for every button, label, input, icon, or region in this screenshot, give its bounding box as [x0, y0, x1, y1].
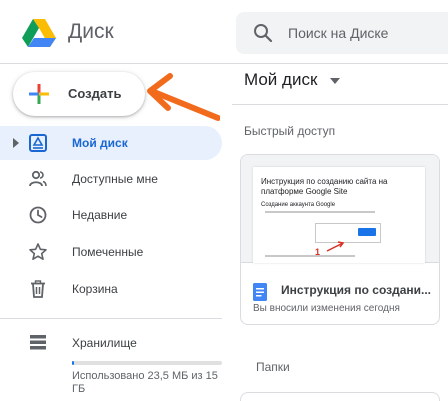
sidebar-item-label: Помеченные [72, 245, 144, 259]
create-button[interactable]: Создать [13, 72, 145, 116]
sidebar-item-label: Мой диск [72, 136, 128, 150]
folders-heading: Папки [256, 360, 290, 374]
thumbnail-arrow-icon [326, 241, 345, 252]
storage-progress-bar [72, 361, 222, 365]
my-drive-title-dropdown[interactable]: Мой диск [244, 70, 340, 98]
chevron-down-icon [329, 77, 340, 84]
folder-card[interactable] [240, 392, 440, 401]
sidebar-item-label: Корзина [72, 282, 118, 296]
thumbnail-text-line [265, 255, 355, 257]
storage-icon [30, 335, 46, 350]
my-drive-icon [29, 134, 47, 152]
thumbnail-page: Инструкция по созданию сайта на платформ… [253, 167, 425, 263]
sidebar-item-recent[interactable]: Недавние [0, 198, 222, 232]
sidebar-item-my-drive[interactable]: Мой диск [0, 126, 222, 160]
create-label: Создать [68, 86, 122, 101]
star-icon [29, 243, 47, 261]
page-title: Мой диск [244, 70, 318, 89]
sidebar-item-starred[interactable]: Помеченные [0, 235, 222, 269]
thumbnail-title: Инструкция по созданию сайта на платформ… [261, 177, 388, 196]
main-divider [232, 104, 448, 105]
shared-with-me-icon [29, 170, 47, 187]
top-header: Диск Поиск на Диске [0, 0, 448, 64]
file-name: Инструкция по создани... [281, 283, 432, 297]
thumbnail-text-line [265, 211, 375, 213]
search-box[interactable]: Поиск на Диске [236, 12, 448, 54]
sidebar-item-label: Недавние [72, 208, 128, 222]
google-drive-logo-icon[interactable] [22, 19, 56, 47]
thumbnail-subtitle: Создание аккаунта Google [261, 202, 336, 208]
storage-used-text: Использовано 23,5 МБ из 15 ГБ [72, 370, 218, 395]
expand-caret-icon[interactable] [12, 137, 20, 149]
quick-access-heading: Быстрый доступ [244, 124, 336, 138]
sidebar-divider [0, 318, 222, 319]
sidebar-item-trash[interactable]: Корзина [0, 272, 222, 306]
file-thumbnail: Инструкция по созданию сайта на платформ… [241, 155, 439, 263]
storage-progress-fill [72, 361, 75, 365]
google-docs-icon [253, 283, 267, 301]
sidebar-item-storage[interactable]: Хранилище [0, 328, 222, 356]
sidebar-item-shared[interactable]: Доступные мне [0, 162, 222, 196]
clock-icon [29, 206, 47, 224]
annotation-arrow-icon [147, 73, 220, 121]
search-icon[interactable] [252, 22, 274, 44]
storage-label: Хранилище [72, 336, 137, 350]
thumbnail-button [358, 228, 376, 236]
file-modified-text: Вы вносили изменения сегодня [253, 303, 400, 314]
plus-icon [29, 84, 49, 104]
app-title[interactable]: Диск [68, 20, 114, 44]
search-input[interactable]: Поиск на Диске [288, 25, 388, 41]
quick-access-file-card[interactable]: Инструкция по созданию сайта на платформ… [240, 154, 440, 325]
trash-icon [31, 280, 45, 298]
sidebar-item-label: Доступные мне [72, 172, 158, 186]
